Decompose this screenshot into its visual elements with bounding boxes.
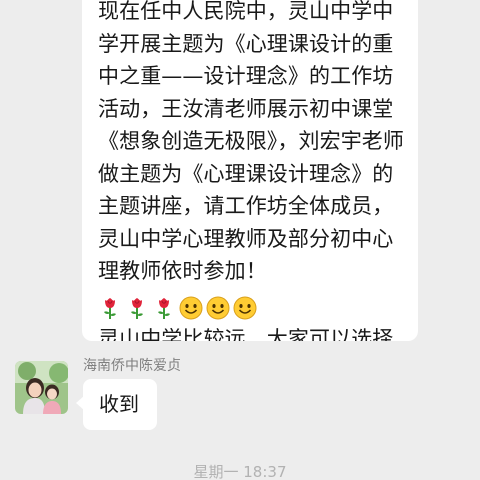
message-body-2: 灵山中学比较远，大家可以选择拼车前往哟！ (98, 327, 394, 341)
sender-name: 海南侨中陈爱贞 (83, 358, 181, 374)
message-bubble[interactable]: 现在任中人民院中，灵山中学中学开展主题为《心理课设计的重中之重——设计理念》的工… (82, 0, 418, 341)
reply-text: 收到 (99, 392, 139, 416)
message-body: 现在任中人民院中，灵山中学中学开展主题为《心理课设计的重中之重——设计理念》的工… (98, 0, 404, 283)
chat-screen: 现在任中人民院中，灵山中学中学开展主题为《心理课设计的重中之重——设计理念》的工… (0, 0, 480, 480)
message-text: 现在任中人民院中，灵山中学中学开展主题为《心理课设计的重中之重——设计理念》的工… (98, 0, 406, 341)
timestamp: 星期一 18:37 (193, 463, 287, 480)
rose-emoji-icon (125, 296, 149, 320)
rose-emoji-icon (152, 296, 176, 320)
smile-emoji-icon (179, 296, 203, 320)
smile-emoji-icon (206, 296, 230, 320)
emoji-row-1 (98, 291, 260, 324)
message-bubble-reply[interactable]: 收到 (76, 379, 157, 430)
rose-emoji-icon (98, 296, 122, 320)
avatar[interactable] (15, 361, 68, 414)
smile-emoji-icon (233, 296, 257, 320)
